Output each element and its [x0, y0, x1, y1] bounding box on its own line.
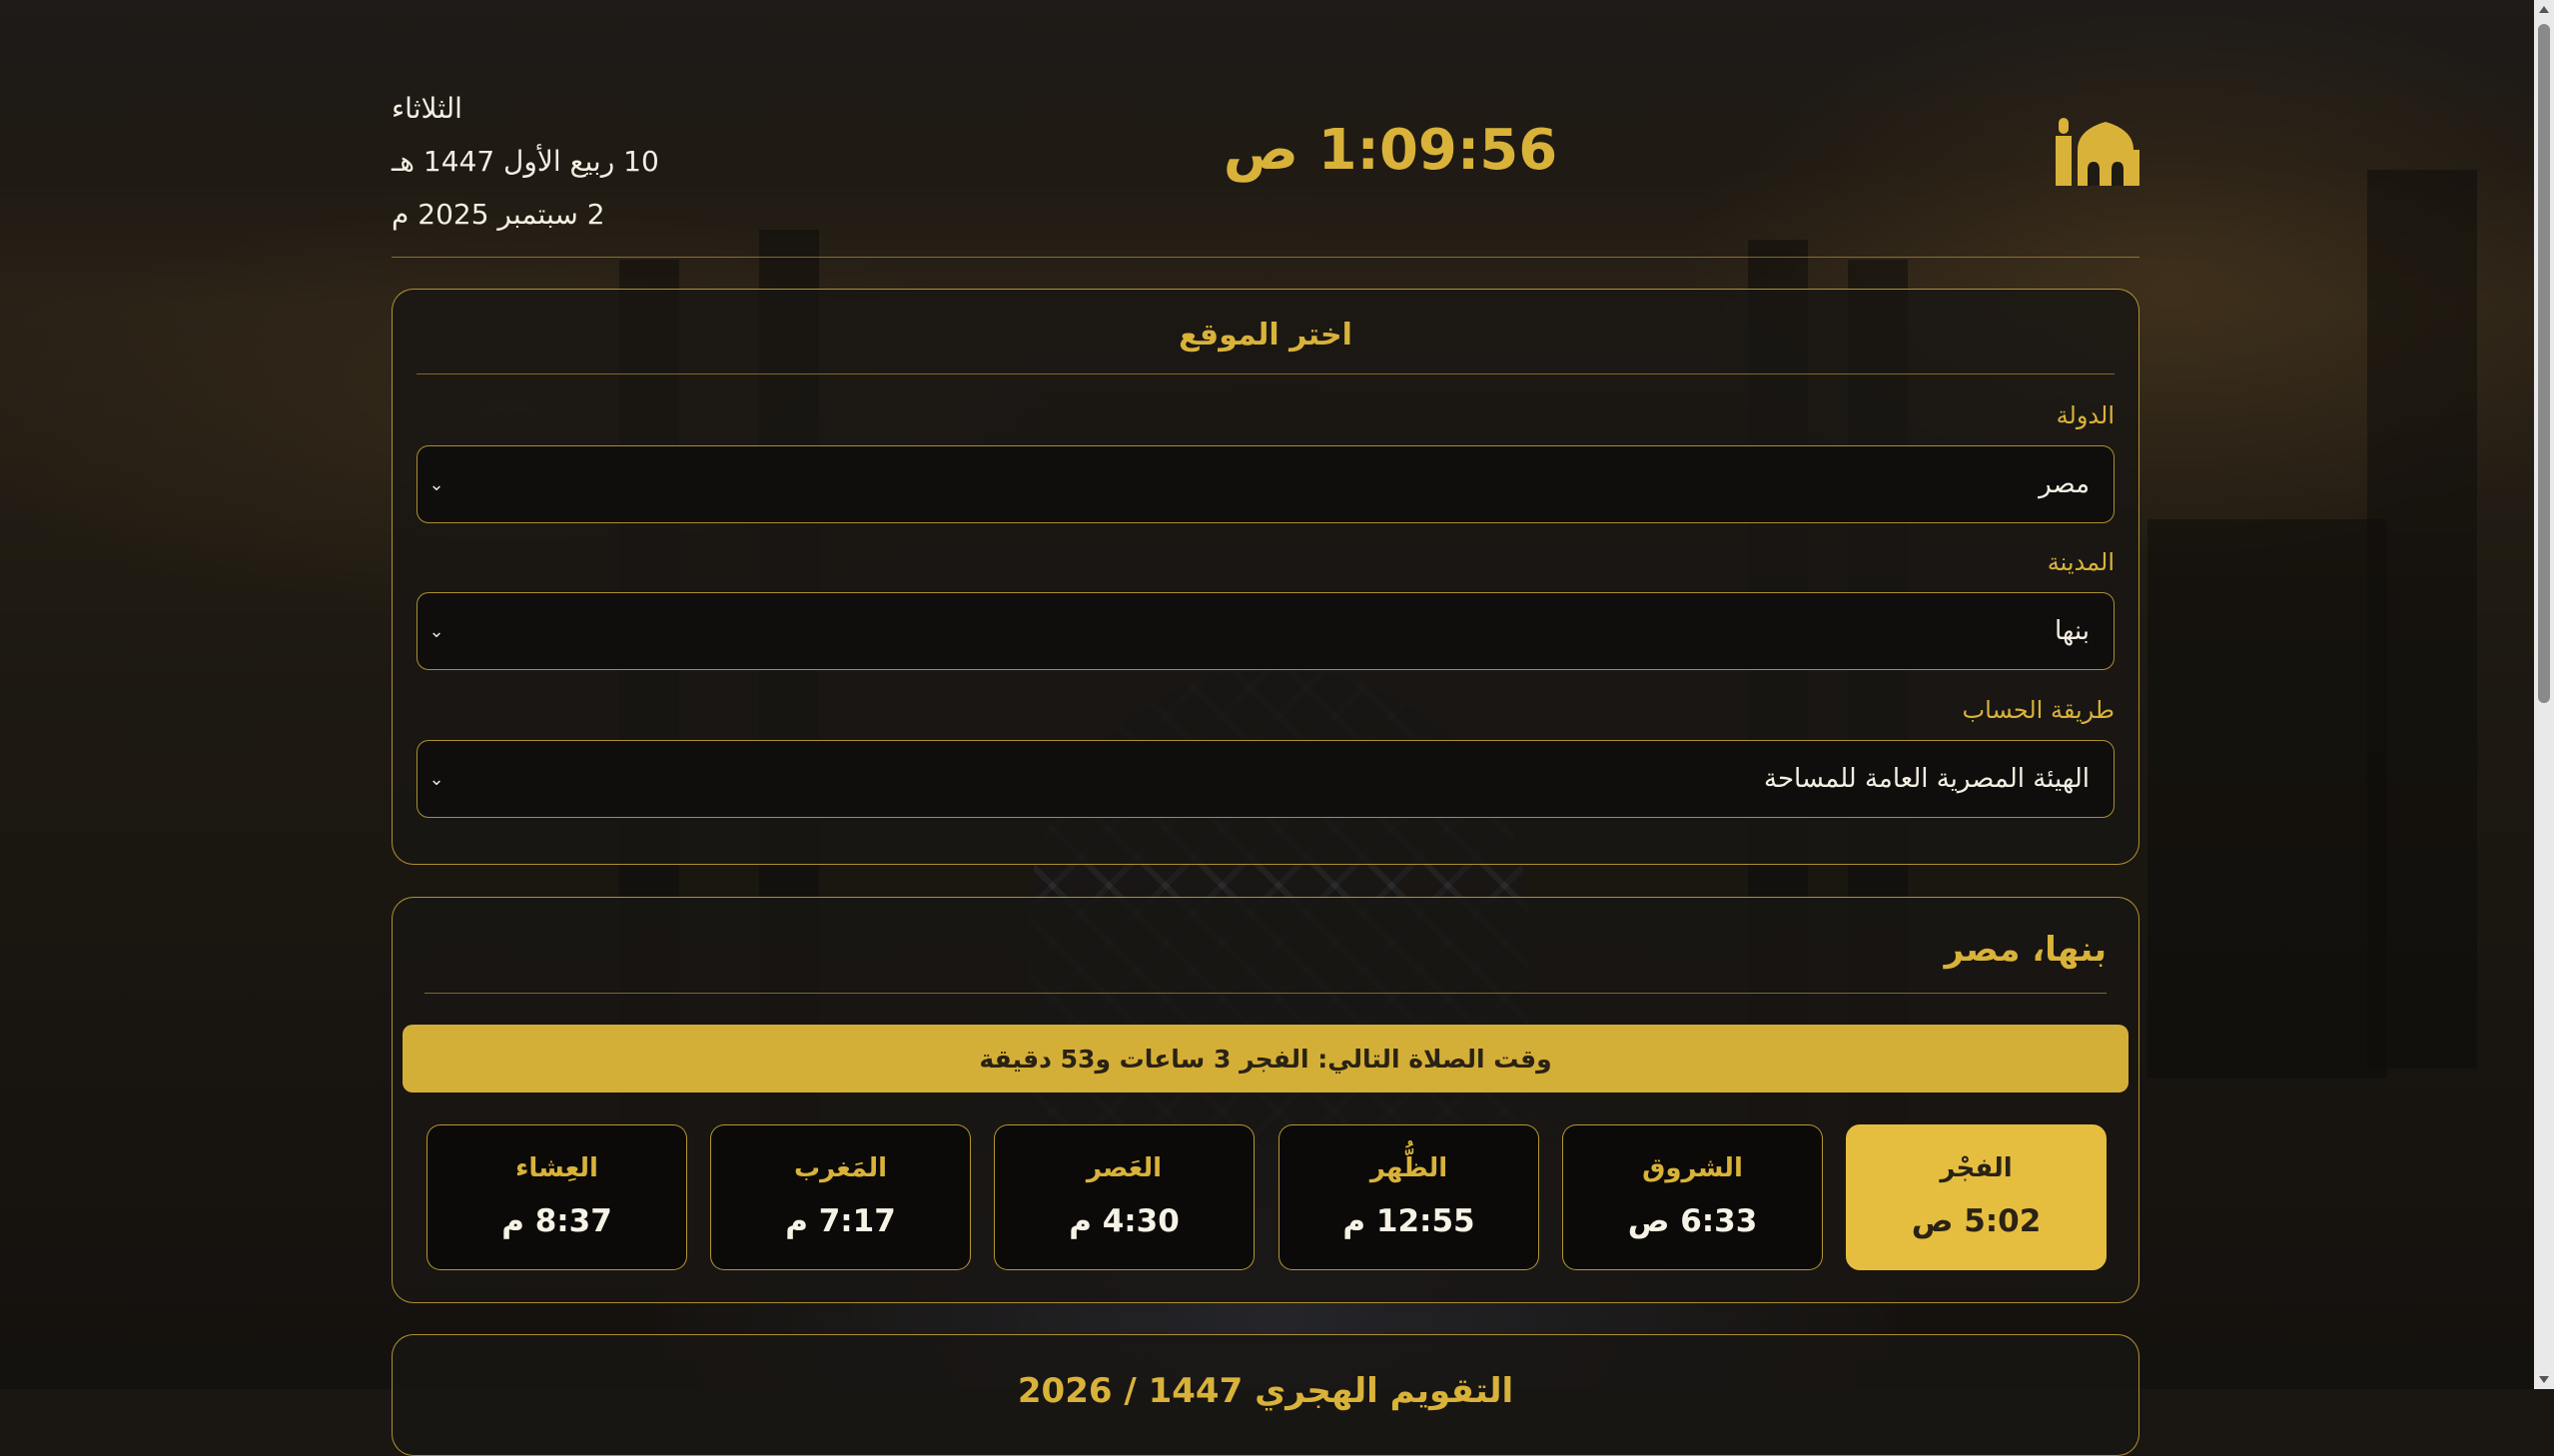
- city-value: بنها: [2055, 616, 2090, 646]
- prayer-card-sunrise: الشروق 6:33 ص: [1562, 1124, 1823, 1270]
- prayer-time: 4:30 م: [1069, 1203, 1180, 1239]
- prayer-card-dhuhr: الظُّهر 12:55 م: [1278, 1124, 1539, 1270]
- prayer-time: 7:17 م: [785, 1203, 896, 1239]
- scrollbar-thumb[interactable]: [2538, 24, 2550, 703]
- date-block: الثلاثاء 10 ربيع الأول 1447 هـ 2 سبتمبر …: [392, 82, 791, 241]
- scroll-down-icon[interactable]: [2539, 1376, 2549, 1383]
- prayer-card-isha: العِشاء 8:37 م: [426, 1124, 687, 1270]
- country-label: الدولة: [2056, 401, 2115, 429]
- location-title: اختر الموقع: [1179, 318, 1352, 353]
- prayer-name: الفجْر: [1940, 1153, 2013, 1183]
- divider: [425, 993, 2107, 994]
- day-name: الثلاثاء: [392, 92, 462, 125]
- mosque-icon: [2056, 118, 2139, 186]
- city-label: المدينة: [2047, 548, 2115, 576]
- prayer-card-fajr: الفجْر 5:02 ص: [1846, 1124, 2107, 1270]
- city-select[interactable]: بنها ⌄: [417, 592, 2115, 670]
- chevron-down-icon: ⌄: [428, 768, 444, 790]
- prayer-name: الشروق: [1642, 1153, 1743, 1183]
- prayer-name: المَغرب: [793, 1153, 888, 1183]
- country-value: مصر: [2039, 469, 2090, 499]
- chevron-down-icon: ⌄: [428, 620, 444, 642]
- prayer-time: 6:33 ص: [1627, 1203, 1758, 1239]
- city-title: بنها، مصر: [1944, 930, 2107, 970]
- location-panel: اختر الموقع الدولة مصر ⌄ المدينة بنها ⌄ …: [392, 289, 2139, 865]
- prayer-cards: الفجْر 5:02 ص الشروق 6:33 ص الظُّهر 12:5…: [425, 1124, 2107, 1270]
- prayer-time: 5:02 ص: [1911, 1203, 2042, 1239]
- method-select[interactable]: الهيئة المصرية العامة للمساحة ⌄: [417, 740, 2115, 818]
- gregorian-date: 2 سبتمبر 2025 م: [392, 198, 605, 231]
- page-scrollbar[interactable]: [2534, 0, 2554, 1389]
- calendar-title: التقويم الهجري 1447 / 2026: [1017, 1371, 1514, 1411]
- country-select[interactable]: مصر ⌄: [417, 445, 2115, 523]
- header: 1:09:56 ص الثلاثاء 10 ربيع الأول 1447 هـ…: [392, 0, 2139, 258]
- prayer-name: العَصر: [1086, 1153, 1163, 1183]
- prayer-time: 12:55 م: [1342, 1203, 1475, 1239]
- current-time: 1:09:56 ص: [1223, 118, 1558, 183]
- method-label: طريقة الحساب: [1962, 696, 2115, 724]
- prayer-time: 8:37 م: [501, 1203, 612, 1239]
- method-value: الهيئة المصرية العامة للمساحة: [1764, 764, 2090, 794]
- prayer-card-asr: العَصر 4:30 م: [994, 1124, 1255, 1270]
- next-prayer-banner: وقت الصلاة التالي: الفجر 3 ساعات و53 دقي…: [403, 1025, 2128, 1092]
- hijri-date: 10 ربيع الأول 1447 هـ: [392, 145, 659, 178]
- prayer-card-maghrib: المَغرب 7:17 م: [710, 1124, 971, 1270]
- prayer-name: العِشاء: [515, 1153, 598, 1183]
- prayer-times-panel: بنها، مصر وقت الصلاة التالي: الفجر 3 ساع…: [392, 897, 2139, 1303]
- chevron-down-icon: ⌄: [428, 473, 444, 495]
- divider: [417, 373, 2115, 374]
- scroll-up-icon[interactable]: [2539, 6, 2549, 13]
- prayer-name: الظُّهر: [1369, 1153, 1448, 1183]
- calendar-panel: التقويم الهجري 1447 / 2026: [392, 1334, 2139, 1456]
